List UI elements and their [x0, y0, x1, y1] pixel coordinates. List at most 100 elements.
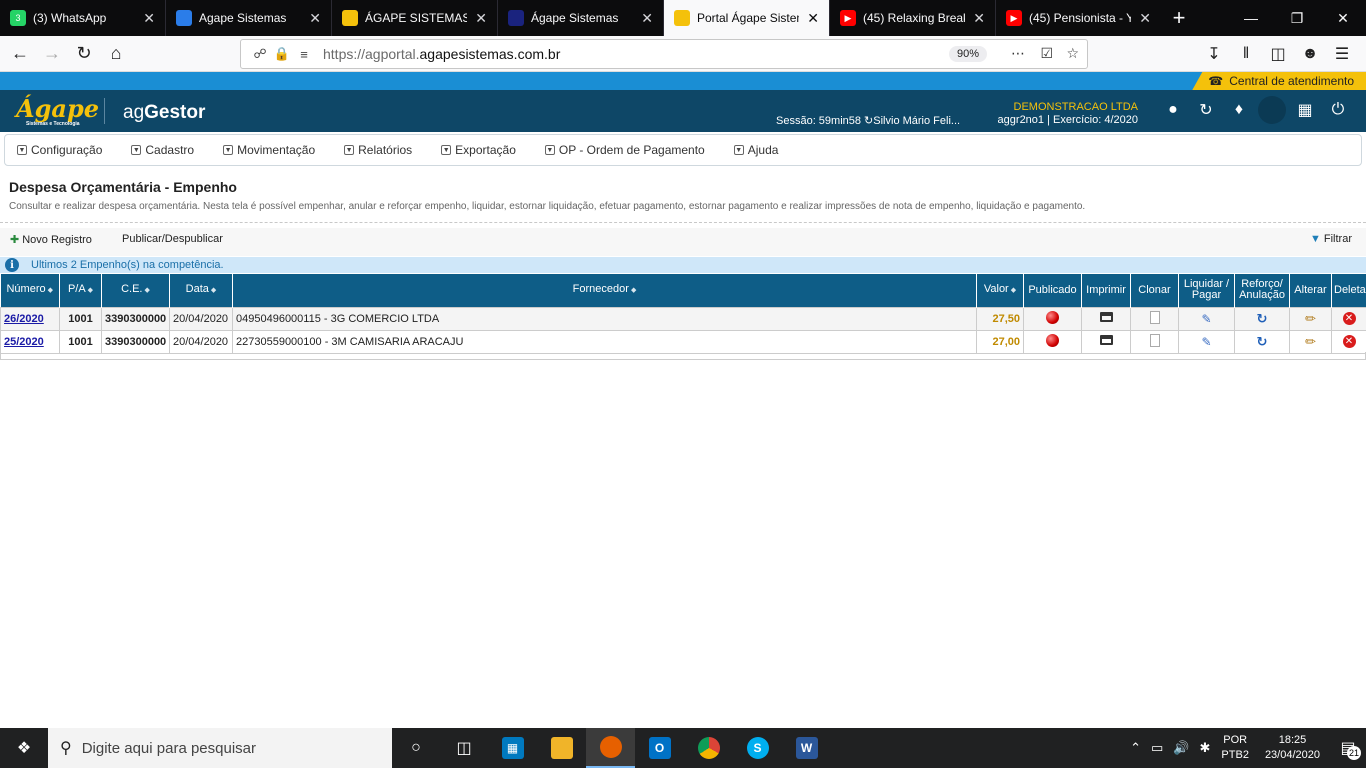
url-bar[interactable]: ☍ 🔒 ≡ https://agportal.agapesistemas.com… [240, 39, 1088, 69]
menu-item[interactable]: ▼ Cadastro [131, 143, 194, 157]
chrome-icon[interactable] [684, 728, 733, 768]
new-tab-button[interactable]: + [1161, 0, 1197, 36]
wifi-icon[interactable]: ✱ [1200, 740, 1211, 756]
notification-center-icon[interactable]: ▤21 [1330, 728, 1366, 768]
clone-icon[interactable] [1149, 310, 1160, 324]
printer-icon[interactable] [1099, 312, 1113, 322]
bookmark-star-icon[interactable]: ☆ [1066, 45, 1079, 62]
close-window-button[interactable]: ✕ [1320, 0, 1366, 36]
close-tab-icon[interactable]: ✕ [475, 10, 487, 27]
shield-icon[interactable]: ☍ [249, 46, 271, 62]
central-atendimento-link[interactable]: ☎ Central de atendimento [1192, 72, 1366, 90]
status-dot-icon[interactable] [1046, 310, 1059, 324]
language-indicator[interactable]: POR PTB2 [1221, 733, 1249, 763]
cortana-icon[interactable]: ○ [392, 728, 440, 768]
close-tab-icon[interactable]: ✕ [973, 10, 985, 27]
volume-icon[interactable]: 🔊 [1173, 740, 1189, 756]
close-tab-icon[interactable]: ✕ [309, 10, 321, 27]
filter-button[interactable]: ▼ Filtrar [1310, 233, 1352, 245]
permissions-icon[interactable]: ≡ [293, 47, 315, 62]
numero-link[interactable]: 26/2020 [4, 313, 44, 325]
zoom-badge[interactable]: 90% [948, 46, 987, 62]
app-header: Ágape Sistemas e Tecnologia agGestor Ses… [0, 90, 1366, 132]
word-icon[interactable]: W [782, 728, 831, 768]
col-valor[interactable]: Valor ◆ [976, 274, 1024, 307]
trello-icon[interactable]: ▦ [488, 728, 537, 768]
browser-tab[interactable]: ▶ (45) Pensionista - Yo ✕ [996, 0, 1161, 36]
status-dot-icon[interactable] [1046, 333, 1059, 347]
col-fornecedor[interactable]: Fornecedor ◆ [232, 274, 977, 307]
browser-tab[interactable]: ▶ (45) Relaxing Breakf ✕ [830, 0, 995, 36]
refresh-icon[interactable]: ↻ [1192, 96, 1220, 124]
account-icon[interactable]: ☻ [1294, 38, 1326, 70]
pocket-icon[interactable]: ☑ [1040, 45, 1053, 62]
pencil-icon[interactable]: ✏ [1305, 311, 1316, 326]
avatar[interactable] [1258, 96, 1286, 124]
restore-button[interactable]: ❐ [1274, 0, 1320, 36]
library-icon[interactable]: ‖ [1230, 38, 1262, 70]
browser-tab[interactable]: Portal Ágape Sistem ✕ [664, 0, 829, 36]
taskbar-search[interactable]: ⚲ Digite aqui para pesquisar [48, 728, 392, 768]
youtube-icon: ▶ [840, 10, 856, 26]
lock-icon[interactable]: 🔒 [271, 46, 293, 62]
col-ce[interactable]: C.E. ◆ [101, 274, 170, 307]
bell-icon[interactable]: ♦ [1225, 96, 1253, 124]
delete-icon[interactable]: ✕ [1342, 312, 1356, 325]
menu-item[interactable]: ▼ OP - Ordem de Pagamento [544, 143, 705, 157]
outlook-icon[interactable]: O [635, 728, 684, 768]
skype-icon[interactable]: S [733, 728, 782, 768]
menu-item[interactable]: ▼ Configuração [17, 143, 102, 157]
printer-icon[interactable] [1099, 335, 1113, 345]
page-actions-icon[interactable]: ⋯ [1011, 45, 1025, 62]
new-record-button[interactable]: ✚ Novo Registro [10, 233, 92, 247]
menu-item[interactable]: ▼ Relatórios [344, 143, 412, 157]
col-data[interactable]: Data ◆ [169, 274, 233, 307]
browser-tab[interactable]: ÁGAPE SISTEMAS ✕ [332, 0, 497, 36]
chevron-up-icon[interactable]: ⌃ [1130, 740, 1141, 756]
menu-icon[interactable]: ☰ [1326, 38, 1358, 70]
back-icon[interactable]: ← [4, 38, 36, 70]
reforco-icon[interactable]: ↻ [1257, 311, 1268, 326]
menu-item[interactable]: ▼ Ajuda [733, 143, 778, 157]
forward-icon[interactable]: → [36, 38, 68, 70]
close-tab-icon[interactable]: ✕ [143, 10, 155, 27]
menu-item[interactable]: ▼ Exportação [441, 143, 516, 157]
browser-tab[interactable]: 3 (3) WhatsApp ✕ [0, 0, 165, 36]
edit-document-icon[interactable]: ✎ [1201, 335, 1211, 349]
file-explorer-icon[interactable] [537, 728, 586, 768]
cell-reforco: ↻ [1234, 306, 1290, 331]
cell-fornecedor: 22730559000100 - 3M CAMISARIA ARACAJU [232, 329, 977, 354]
clone-icon[interactable] [1149, 333, 1160, 347]
agape-logo[interactable]: Ágape Sistemas e Tecnologia [16, 94, 99, 127]
windows-start-button[interactable]: ❖ [0, 728, 48, 768]
reforco-icon[interactable]: ↻ [1257, 334, 1268, 349]
browser-tab[interactable]: Ágape Sistemas ✕ [498, 0, 663, 36]
col-numero[interactable]: Número ◆ [0, 274, 60, 307]
numero-link[interactable]: 25/2020 [4, 336, 44, 348]
home-icon[interactable]: ⌂ [100, 38, 132, 70]
reload-icon[interactable]: ↻ [68, 38, 100, 70]
user-icon[interactable]: ● [1159, 96, 1187, 124]
close-tab-icon[interactable]: ✕ [641, 10, 653, 27]
cell-pa: 1001 [59, 306, 102, 331]
pencil-icon[interactable]: ✏ [1305, 334, 1316, 349]
publish-button[interactable]: Publicar/Despublicar [122, 233, 223, 245]
download-icon[interactable]: ↧ [1198, 38, 1230, 70]
apps-grid-icon[interactable]: ▦ [1291, 96, 1319, 124]
sidebar-icon[interactable]: ◫ [1262, 38, 1294, 70]
minimize-button[interactable]: — [1228, 0, 1274, 36]
url-text[interactable]: https://agportal.agapesistemas.com.br [323, 46, 560, 62]
browser-tab[interactable]: Agape Sistemas ✕ [166, 0, 331, 36]
menu-item[interactable]: ▼ Movimentação [223, 143, 315, 157]
firefox-icon[interactable] [586, 728, 635, 768]
cell-deletar: ✕ [1331, 306, 1366, 331]
edit-document-icon[interactable]: ✎ [1201, 312, 1211, 326]
task-view-icon[interactable]: ◫ [440, 728, 488, 768]
close-tab-icon[interactable]: ✕ [807, 10, 819, 27]
battery-icon[interactable]: ▭ [1151, 740, 1163, 756]
close-tab-icon[interactable]: ✕ [1139, 10, 1151, 27]
col-pa[interactable]: P/A ◆ [59, 274, 102, 307]
clock[interactable]: 18:25 23/04/2020 [1265, 733, 1320, 763]
delete-icon[interactable]: ✕ [1342, 335, 1356, 348]
power-icon[interactable]: ⏻ [1324, 96, 1352, 124]
